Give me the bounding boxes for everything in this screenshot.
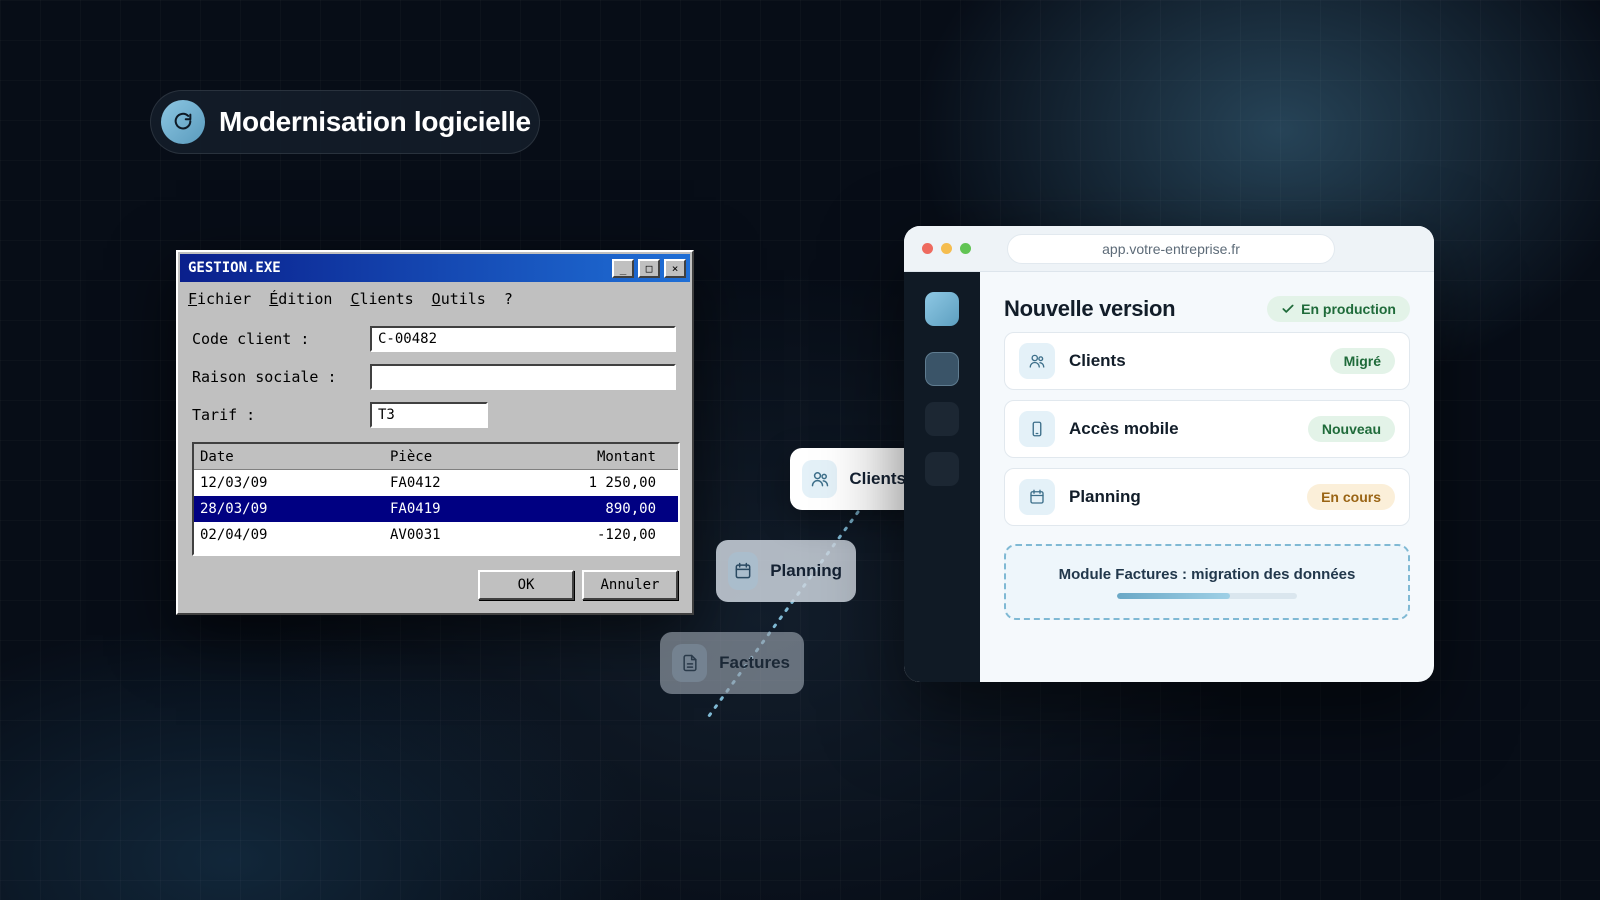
cancel-button[interactable]: Annuler xyxy=(582,570,678,600)
sidebar-item[interactable] xyxy=(925,402,959,436)
legacy-window: GESTION.EXE _ □ × Fichier Édition Client… xyxy=(176,250,694,615)
table-row[interactable]: 12/03/09 FA0412 1 250,00 xyxy=(194,470,678,496)
app-title: Nouvelle version xyxy=(1004,296,1176,321)
migration-progress-track xyxy=(1117,592,1297,599)
users-icon xyxy=(802,460,838,498)
maximize-button[interactable]: □ xyxy=(638,258,660,278)
cell-date: 12/03/09 xyxy=(200,475,268,491)
migration-label: Module Factures : migration des données xyxy=(1058,565,1356,583)
migration-progress-fill xyxy=(1117,592,1231,599)
menu-clients[interactable]: Clients xyxy=(350,290,413,308)
modern-app-window: app.votre-entreprise.fr Nouvelle version… xyxy=(904,226,1434,682)
module-status-badge: En cours xyxy=(1307,484,1395,510)
document-icon xyxy=(672,644,708,682)
module-card-clients[interactable]: Clients Migré xyxy=(1004,332,1410,390)
chip-factures-label: Factures xyxy=(719,653,790,672)
module-status-badge: Nouveau xyxy=(1307,416,1395,442)
check-icon xyxy=(1282,304,1294,313)
raison-sociale-label: Raison sociale : xyxy=(192,368,337,386)
module-label: Accès mobile xyxy=(1069,419,1179,438)
calendar-icon xyxy=(728,552,759,590)
menu-fichier[interactable]: Fichier xyxy=(188,290,251,308)
sidebar-item[interactable] xyxy=(925,452,959,486)
table-row-selected[interactable]: 28/03/09 FA0419 890,00 xyxy=(194,496,678,522)
cell-montant: 890,00 xyxy=(605,501,656,517)
module-status-badge: Migré xyxy=(1329,348,1395,374)
chip-factures: Factures xyxy=(660,632,804,694)
menu-outils[interactable]: Outils xyxy=(432,290,486,308)
migration-panel: Module Factures : migration des données xyxy=(1004,544,1410,620)
raison-sociale-row: Raison sociale : xyxy=(192,368,372,386)
cell-piece: FA0412 xyxy=(390,475,441,491)
cell-date: 02/04/09 xyxy=(200,527,268,543)
chip-clients: Clients xyxy=(790,448,920,510)
app-main: Nouvelle version En production Clients M… xyxy=(1004,272,1410,620)
cell-piece: AV0031 xyxy=(390,527,441,543)
status-badge-label: En production xyxy=(1301,301,1396,317)
table-row[interactable]: 02/04/09 AV0031 -120,00 xyxy=(194,522,678,548)
cell-montant: 1 250,00 xyxy=(588,475,656,491)
smartphone-icon xyxy=(1019,411,1055,447)
chip-planning-label: Planning xyxy=(770,561,842,580)
legacy-titlebar[interactable]: GESTION.EXE _ □ × xyxy=(180,254,690,282)
close-button[interactable]: × xyxy=(664,258,686,278)
code-client-label: Code client : xyxy=(192,330,310,348)
column-header-montant[interactable]: Montant xyxy=(540,449,662,465)
tarif-row: Tarif : xyxy=(192,406,372,424)
module-label: Planning xyxy=(1069,487,1141,506)
ok-button[interactable]: OK xyxy=(478,570,574,600)
column-header-piece[interactable]: Pièce xyxy=(390,449,540,465)
close-dot[interactable] xyxy=(922,243,933,254)
module-card-mobile[interactable]: Accès mobile Nouveau xyxy=(1004,400,1410,458)
code-client-input[interactable]: C-00482 xyxy=(370,326,676,352)
url-bar[interactable]: app.votre-entreprise.fr xyxy=(1007,233,1335,264)
menu-edition[interactable]: Édition xyxy=(269,290,332,308)
status-badge: En production xyxy=(1267,296,1410,322)
module-card-planning[interactable]: Planning En cours xyxy=(1004,468,1410,526)
minimize-button[interactable]: _ xyxy=(612,258,634,278)
app-sidebar xyxy=(904,272,980,682)
legacy-menubar: Fichier Édition Clients Outils ? xyxy=(178,284,692,314)
tarif-label: Tarif : xyxy=(192,406,256,424)
raison-sociale-input[interactable] xyxy=(370,364,676,390)
legacy-window-title: GESTION.EXE xyxy=(188,260,281,276)
table-header: Date Pièce Montant xyxy=(194,444,678,470)
sidebar-item[interactable] xyxy=(925,352,959,386)
cell-date: 28/03/09 xyxy=(200,501,268,517)
menu-help[interactable]: ? xyxy=(504,290,513,308)
cell-piece: FA0419 xyxy=(390,501,441,517)
sidebar-item-active[interactable] xyxy=(925,292,959,326)
cell-montant: -120,00 xyxy=(596,527,656,543)
tarif-input[interactable]: T3 xyxy=(370,402,488,428)
chip-planning: Planning xyxy=(716,540,856,602)
browser-topbar: app.votre-entreprise.fr xyxy=(904,226,1434,272)
maximize-dot[interactable] xyxy=(960,243,971,254)
minimize-dot[interactable] xyxy=(941,243,952,254)
column-header-date[interactable]: Date xyxy=(194,449,390,465)
invoice-table: Date Pièce Montant 12/03/09 FA0412 1 250… xyxy=(192,442,680,556)
chip-clients-label: Clients xyxy=(849,469,906,488)
users-icon xyxy=(1019,343,1055,379)
calendar-icon xyxy=(1019,479,1055,515)
code-client-row: Code client : xyxy=(192,330,372,348)
module-label: Clients xyxy=(1069,351,1126,370)
